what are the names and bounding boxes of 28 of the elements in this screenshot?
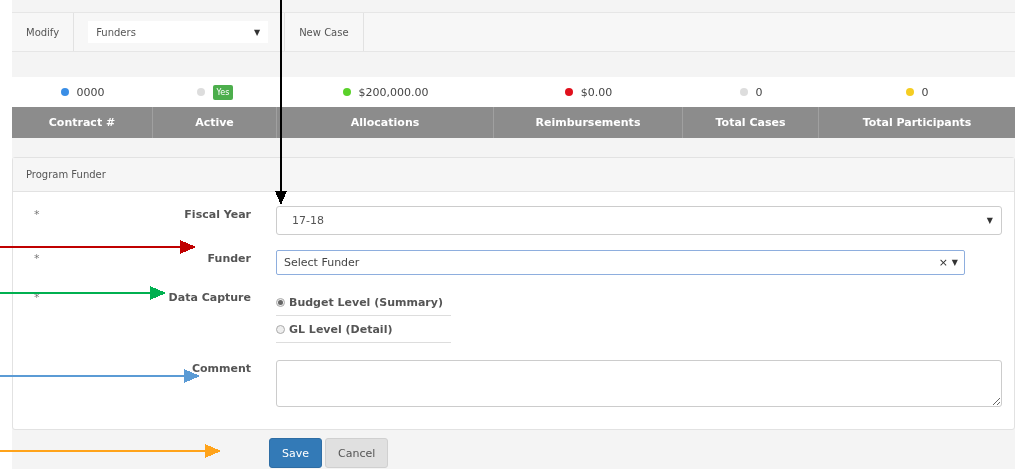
status-badge: Yes xyxy=(212,84,234,100)
column-header: Reimbursements xyxy=(494,107,683,138)
field-label: Comment xyxy=(191,362,251,375)
funder-select[interactable]: Select Funder × ▼ xyxy=(276,250,965,275)
stat-value: $0.00 xyxy=(580,85,613,99)
radio-option[interactable]: Budget Level (Summary) xyxy=(276,289,451,316)
field-label: Funder xyxy=(207,252,251,265)
fiscal-year-select[interactable]: 17-18 ▼ xyxy=(276,206,1002,235)
field-label: Fiscal Year xyxy=(184,208,251,221)
stat-value: $200,000.00 xyxy=(358,85,429,99)
stat-value: 0 xyxy=(921,85,929,99)
stat-value: 0 xyxy=(755,85,763,99)
column-header: Total Cases xyxy=(683,107,819,138)
field-label: Data Capture xyxy=(168,291,251,304)
required-mark: * xyxy=(34,252,40,265)
toolbar-button[interactable]: Modify xyxy=(12,13,75,51)
funders-dropdown[interactable]: Funders ▼ xyxy=(88,21,269,43)
save-button[interactable]: Save xyxy=(269,438,322,468)
toolbar-button[interactable]: New Case xyxy=(285,13,364,51)
column-header: Contract # xyxy=(12,107,153,138)
column-header: Total Participants xyxy=(861,115,973,131)
stat-value: 0000 xyxy=(76,85,105,99)
panel-title: Program Funder xyxy=(13,158,1014,192)
radio-option[interactable]: GL Level (Detail) xyxy=(276,316,451,343)
comment-field[interactable] xyxy=(276,360,1002,407)
required-mark: * xyxy=(34,208,40,221)
column-header: Active xyxy=(153,107,277,138)
cancel-button[interactable]: Cancel xyxy=(325,438,389,468)
